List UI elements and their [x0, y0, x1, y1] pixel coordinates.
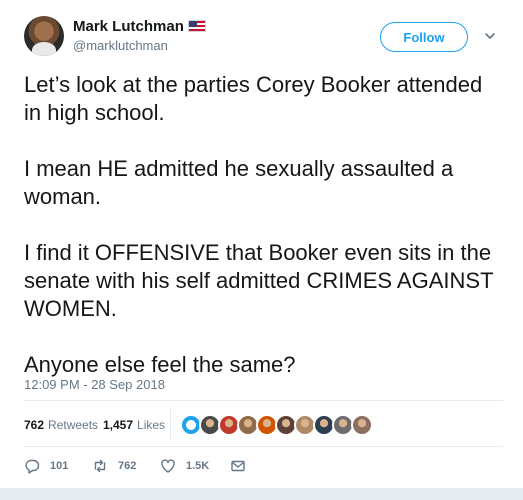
divider: [24, 446, 503, 447]
likes-count: 1,457: [103, 418, 134, 432]
reply-button[interactable]: 101: [24, 458, 68, 474]
retweet-icon: [94, 459, 106, 473]
envelope-icon: [231, 460, 245, 472]
retweets-count: 762: [24, 418, 45, 432]
retweets-stat[interactable]: 762 Retweets: [24, 418, 98, 432]
like-button[interactable]: 1.5K: [160, 458, 209, 474]
follow-button[interactable]: Follow: [380, 22, 468, 52]
tweet-paragraph: I mean HE admitted he sexually assaulted…: [24, 156, 454, 209]
author-handle[interactable]: @marklutchman: [73, 38, 168, 53]
us-flag-icon: [188, 20, 206, 32]
liker-avatar[interactable]: [351, 414, 373, 436]
retweets-label: Retweets: [48, 418, 99, 432]
tweet-timestamp[interactable]: 12:09 PM - 28 Sep 2018: [24, 377, 165, 392]
divider: [24, 400, 503, 401]
stats-separator: [170, 408, 171, 440]
retweet-count: 762: [118, 460, 137, 472]
reply-count: 101: [50, 460, 69, 472]
chevron-down-icon[interactable]: [484, 30, 496, 42]
bottom-bar: [0, 488, 523, 500]
tweet-paragraph: I find it OFFENSIVE that Booker even sit…: [24, 240, 494, 321]
direct-message-button[interactable]: [230, 458, 256, 474]
author-display-name[interactable]: Mark Lutchman: [73, 18, 184, 35]
author-avatar[interactable]: [24, 16, 64, 56]
reply-icon: [25, 459, 40, 474]
tweet-paragraph: Let’s look at the parties Corey Booker a…: [24, 72, 483, 125]
tweet-text: Let’s look at the parties Corey Booker a…: [24, 71, 504, 379]
tweet-paragraph: Anyone else feel the same?: [24, 352, 296, 377]
heart-icon: [161, 459, 175, 473]
like-count: 1.5K: [186, 460, 210, 472]
likes-stat[interactable]: 1,457 Likes: [103, 418, 165, 432]
retweet-button[interactable]: 762: [92, 458, 136, 474]
likes-label: Likes: [137, 418, 166, 432]
